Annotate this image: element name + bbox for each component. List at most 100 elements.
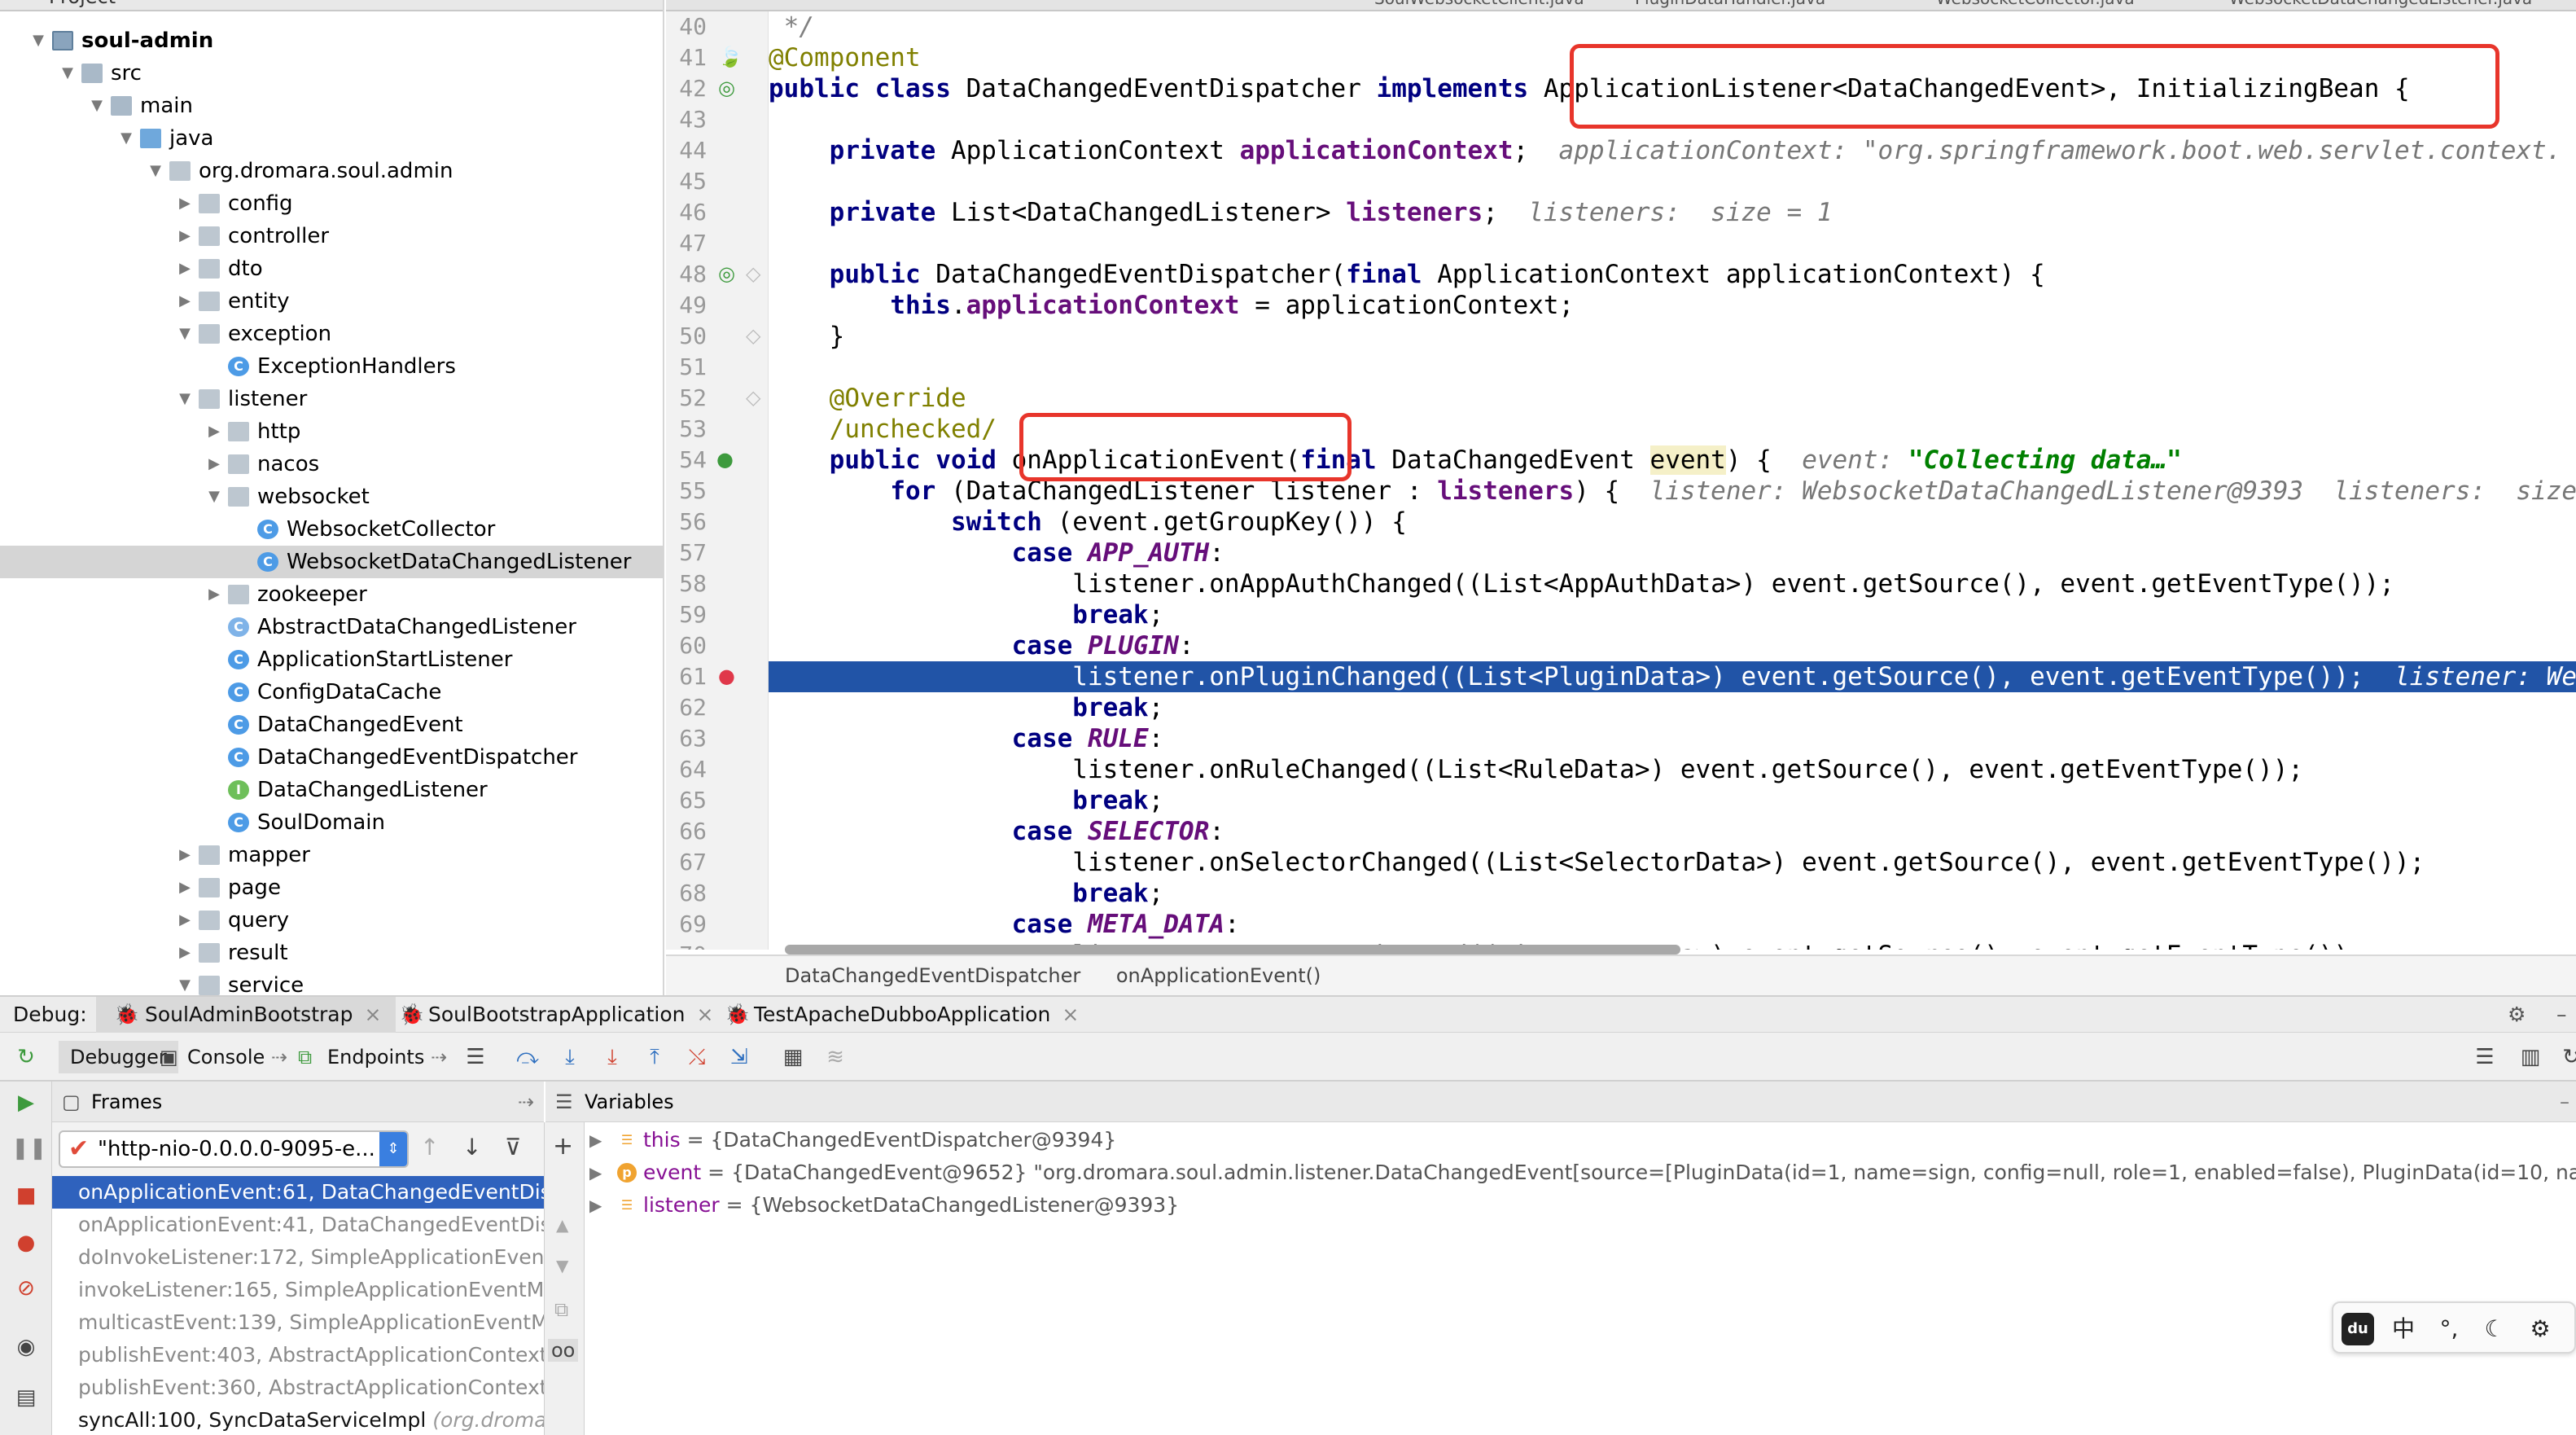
pause-icon[interactable]: ❚❚	[11, 1134, 47, 1163]
code-line[interactable]: break;	[769, 785, 2576, 816]
editor-tab[interactable]: WebsocketCollector.java	[1936, 0, 2135, 10]
tree-node[interactable]: ▶ result	[0, 937, 663, 969]
code-line[interactable]: @Component	[769, 42, 2576, 73]
add-watch-icon[interactable]: +	[553, 1132, 573, 1161]
current-execution-line[interactable]: listener.onPluginChanged((List<PluginDat…	[769, 661, 2576, 692]
code-line[interactable]: }	[769, 321, 2576, 352]
code-line[interactable]	[769, 228, 2576, 259]
code-line[interactable]: listener.onRuleChanged((List<RuleData>) …	[769, 754, 2576, 785]
stack-frame[interactable]: syncAll:100, SyncDataServiceImpl (org.dr…	[52, 1404, 544, 1435]
drop-frame-icon[interactable]: ⤯	[682, 1042, 712, 1072]
settings-gear-icon[interactable]: ⚙	[2508, 997, 2526, 1033]
tree-node[interactable]: C WebsocketDataChangedListener	[0, 546, 663, 578]
expand-arrow-icon[interactable]: ▶	[589, 1156, 602, 1189]
chevron-right-icon[interactable]: ▶	[176, 285, 194, 318]
chevron-right-icon[interactable]: ▶	[205, 578, 223, 611]
chevron-right-icon[interactable]: ▶	[176, 220, 194, 252]
chevron-right-icon[interactable]: ▶	[176, 252, 194, 285]
code-line[interactable]: case RULE:	[769, 723, 2576, 754]
code-line[interactable]: public DataChangedEventDispatcher(final …	[769, 259, 2576, 290]
expand-arrow-icon[interactable]: ▶	[589, 1189, 602, 1222]
chevron-down-icon[interactable]: ▼	[29, 24, 47, 57]
camera-icon[interactable]: ◉	[11, 1332, 41, 1362]
code-line[interactable]: listener.onSelectorChanged((List<Selecto…	[769, 847, 2576, 878]
tree-node[interactable]: ▶ page	[0, 871, 663, 904]
tree-node[interactable]: ▶ controller	[0, 220, 663, 252]
endpoints-tab[interactable]: ⧉ Endpoints ⇢	[298, 1041, 447, 1073]
layout-grid-icon[interactable]: ▤	[11, 1383, 41, 1412]
tree-node[interactable]: C DataChangedEventDispatcher	[0, 741, 663, 774]
step-over-icon[interactable]: ⤼	[513, 1042, 542, 1072]
minimize-icon[interactable]: –	[2556, 997, 2567, 1033]
implements-marker-icon[interactable]: ●	[716, 450, 734, 469]
tree-node[interactable]: ▶ config	[0, 187, 663, 220]
chevron-right-icon[interactable]: ▶	[176, 839, 194, 871]
stack-frame[interactable]: publishEvent:403, AbstractApplicationCon…	[52, 1339, 544, 1371]
close-icon[interactable]: ×	[1062, 1003, 1079, 1026]
chevron-down-icon[interactable]: ▼	[176, 383, 194, 415]
tree-node[interactable]: C AbstractDataChangedListener	[0, 611, 663, 643]
watches-icon[interactable]: oo	[548, 1339, 579, 1362]
code-line[interactable]: case APP_AUTH:	[769, 538, 2576, 568]
scroll-up-icon[interactable]: ▲	[556, 1215, 568, 1235]
pin-icon[interactable]: ⇢	[518, 1082, 534, 1122]
step-into-icon[interactable]: ⤓	[555, 1042, 585, 1072]
tree-node[interactable]: ▶ dto	[0, 252, 663, 285]
mute-breakpoints-icon[interactable]: ⊘	[11, 1274, 41, 1303]
code-line[interactable]: public void onApplicationEvent(final Dat…	[769, 445, 2576, 476]
thread-selector[interactable]: ✔ "http-nio-0.0.0.0-9095-e... ⇕	[59, 1130, 409, 1168]
code-line[interactable]: */	[769, 11, 2576, 42]
tree-node[interactable]: C ExceptionHandlers	[0, 350, 663, 383]
stack-frame[interactable]: doInvokeListener:172, SimpleApplicationE…	[52, 1241, 544, 1274]
trace-icon[interactable]: ≋	[821, 1042, 850, 1072]
layout-icon[interactable]: ☰	[461, 1042, 490, 1072]
stop-icon[interactable]: ■	[11, 1181, 41, 1210]
chevron-down-icon[interactable]: ▼	[176, 969, 194, 995]
tree-node[interactable]: ▼ org.dromara.soul.admin	[0, 155, 663, 187]
code-line[interactable]: break;	[769, 878, 2576, 909]
tree-node[interactable]: ▼ service	[0, 969, 663, 995]
code-line[interactable]: this.applicationContext = applicationCon…	[769, 290, 2576, 321]
spring-constructor-icon[interactable]: ◎	[718, 264, 735, 283]
variable-row[interactable]: ▶ ☰ this = {DataChangedEventDispatcher@939…	[586, 1124, 2576, 1156]
tree-node[interactable]: ▼ src	[0, 57, 663, 90]
breadcrumb-class[interactable]: DataChangedEventDispatcher	[785, 964, 1080, 987]
editor-tab[interactable]: WebsocketDataChangedListener.java	[2229, 0, 2532, 10]
variable-row[interactable]: ▶ p event = {DataChangedEvent@9652} "org.d…	[586, 1156, 2576, 1189]
run-to-cursor-icon[interactable]: ⇲	[725, 1042, 754, 1072]
chevron-right-icon[interactable]: ▶	[176, 871, 194, 904]
console-tab[interactable]: ▣ Console ⇢	[160, 1041, 287, 1073]
spring-bean-icon[interactable]: 🍃	[718, 47, 743, 67]
stack-frame[interactable]: onApplicationEvent:61, DataChangedEventD…	[52, 1176, 544, 1209]
close-icon[interactable]: ×	[364, 1003, 381, 1026]
code-line[interactable]: case META_DATA:	[769, 909, 2576, 940]
tree-node[interactable]: ▶ query	[0, 904, 663, 937]
chevron-right-icon[interactable]: ▶	[176, 187, 194, 220]
refresh-icon[interactable]: ↻	[2556, 1042, 2576, 1072]
fold-icon[interactable]: ◇	[746, 388, 762, 407]
restore-layout-icon[interactable]: ☰	[2470, 1042, 2499, 1072]
force-step-into-icon[interactable]: ⤓	[598, 1042, 627, 1072]
tree-node[interactable]: ▶ http	[0, 415, 663, 448]
tree-node[interactable]: ▶ entity	[0, 285, 663, 318]
chevron-down-icon[interactable]: ▼	[59, 57, 77, 90]
tree-node[interactable]: C DataChangedEvent	[0, 709, 663, 741]
stack-frame[interactable]: publishEvent:360, AbstractApplicationCon…	[52, 1371, 544, 1404]
code-line[interactable]: listener.onAppAuthChanged((List<AppAuthD…	[769, 568, 2576, 599]
code-line[interactable]: case PLUGIN:	[769, 630, 2576, 661]
tree-node[interactable]: ▼ listener	[0, 383, 663, 415]
gear-icon[interactable]: ⚙	[2524, 1313, 2556, 1345]
code-line[interactable]	[769, 166, 2576, 197]
chevron-down-icon[interactable]: ▼	[88, 90, 106, 122]
session-tab-soul-bootstrap[interactable]: 🐞 SoulBootstrapApplication ×	[383, 997, 728, 1033]
up-arrow-icon[interactable]: ↑	[420, 1134, 439, 1161]
chevron-right-icon[interactable]: ▶	[205, 448, 223, 481]
tree-node[interactable]: ▼ soul-admin	[0, 24, 663, 57]
down-arrow-icon[interactable]: ↓	[462, 1134, 481, 1161]
resume-icon[interactable]: ▶	[11, 1088, 41, 1117]
tree-node[interactable]: ▼ java	[0, 122, 663, 155]
spring-listener-icon[interactable]: ◎	[718, 78, 735, 98]
code-line[interactable]	[769, 352, 2576, 383]
fold-icon[interactable]: ◇	[746, 326, 762, 345]
ime-punct-toggle[interactable]: °,	[2433, 1313, 2465, 1345]
